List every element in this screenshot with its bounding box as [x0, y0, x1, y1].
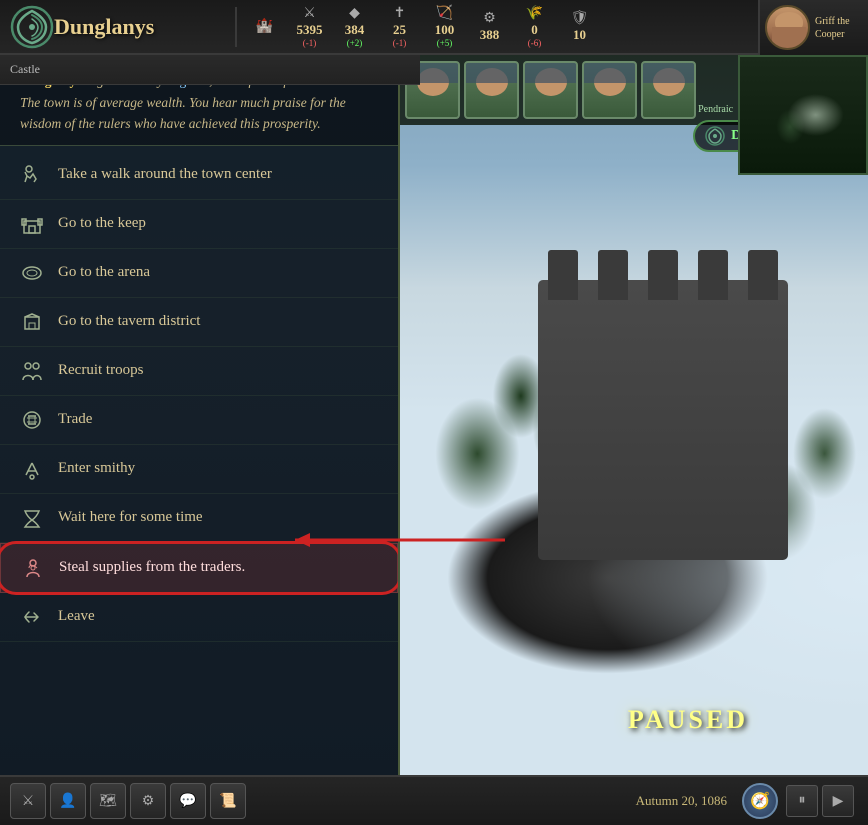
hud-stat-troops: ⚔ 5395 (-1)	[287, 5, 332, 48]
compass-button[interactable]: 🧭	[742, 783, 778, 819]
food-value: 25	[393, 22, 406, 38]
bottom-btn-quest[interactable]: 📜	[210, 783, 246, 819]
char-avatar-4[interactable]	[582, 61, 637, 119]
character-portrait[interactable]: Griff the Cooper	[758, 0, 868, 55]
hud-stat-arrows: 🏹 100 (+5)	[422, 5, 467, 48]
walk-label: Take a walk around the town center	[58, 166, 272, 183]
hud-stat-food: ✝ 25 (-1)	[377, 5, 422, 48]
arrows-delta: (+5)	[437, 38, 453, 48]
date-display: Autumn 20, 1086	[636, 793, 727, 809]
inf-icon: ⚙	[483, 10, 496, 27]
bottom-hud: ⚔ 👤 🗺 ⚙ 💬 📜 Autumn 20, 1086 🧭 ⏸ ▶	[0, 775, 868, 825]
hud-stat-inf: ⚙ 388	[467, 10, 512, 43]
gold-icon: ◆	[349, 5, 360, 22]
smithy-label: Enter smithy	[58, 460, 135, 477]
tavern-icon	[18, 308, 46, 336]
steal-icon	[19, 554, 47, 582]
minimap[interactable]	[738, 55, 868, 175]
menu-item-keep[interactable]: Go to the keep	[0, 200, 398, 249]
grain-icon: 🌾	[526, 5, 543, 22]
menu-item-leave[interactable]: Leave	[0, 593, 398, 642]
minimap-content	[740, 57, 866, 173]
grain-delta: (-6)	[528, 38, 542, 48]
town-map-logo-icon	[705, 126, 725, 146]
town-title: Dunglanys	[54, 14, 154, 40]
wait-icon	[18, 504, 46, 532]
top-hud: Dunglanys 🏰 ⚔ 5395 (-1) ◆ 384 (+2) ✝ 25 …	[0, 0, 868, 55]
trade-label: Trade	[58, 411, 92, 428]
hud-stat-shield: 🛡 10	[557, 10, 602, 43]
troops-value: 5395	[297, 22, 323, 38]
menu-item-tavern[interactable]: Go to the tavern district	[0, 298, 398, 347]
recruit-label: Recruit troops	[58, 362, 143, 379]
menu-item-recruit[interactable]: Recruit troops	[0, 347, 398, 396]
castle-structure	[538, 280, 788, 560]
troops-icon: ⚔	[303, 5, 316, 22]
hud-stat-gold: ◆ 384 (+2)	[332, 5, 377, 48]
char-name-label: Griff the Cooper	[815, 15, 863, 41]
town-map-region: Pendraic	[698, 104, 733, 115]
leave-icon	[18, 603, 46, 631]
troops-delta: (-1)	[303, 38, 317, 48]
shield-icon: 🛡	[571, 10, 589, 27]
bottom-btn-character[interactable]: 👤	[50, 783, 86, 819]
keep-icon	[18, 210, 46, 238]
castle-tab-label: Castle	[10, 62, 40, 77]
menu-item-arena[interactable]: Go to the arena	[0, 249, 398, 298]
char-avatar-2[interactable]	[464, 61, 519, 119]
recruit-icon	[18, 357, 46, 385]
menu-list: Take a walk around the town center Go to…	[0, 146, 398, 825]
menu-item-walk[interactable]: Take a walk around the town center	[0, 151, 398, 200]
food-delta: (-1)	[393, 38, 407, 48]
hud-stat-grain: 🌾 0 (-6)	[512, 5, 557, 48]
second-hud: Castle	[0, 55, 420, 85]
play-button[interactable]: ▶	[822, 785, 854, 817]
bottom-btn-inventory[interactable]: ⚔	[10, 783, 46, 819]
char-avatar-3[interactable]	[523, 61, 578, 119]
bottom-btn-msg[interactable]: 💬	[170, 783, 206, 819]
menu-item-wait[interactable]: Wait here for some time	[0, 494, 398, 543]
castle-icon: 🏰	[256, 18, 273, 35]
gold-value: 384	[345, 22, 365, 38]
left-panel: Dunglanys is governed by Ergeon , a chie…	[0, 55, 400, 825]
shield-value: 10	[573, 27, 586, 43]
portrait-face	[765, 5, 810, 50]
arrows-icon: 🏹	[436, 5, 453, 22]
wait-label: Wait here for some time	[58, 509, 203, 526]
grain-value: 0	[531, 22, 538, 38]
menu-item-smithy[interactable]: Enter smithy	[0, 445, 398, 494]
leave-label: Leave	[58, 608, 95, 625]
arena-icon	[18, 259, 46, 287]
keep-label: Go to the keep	[58, 215, 146, 232]
arena-label: Go to the arena	[58, 264, 150, 281]
tavern-label: Go to the tavern district	[58, 313, 200, 330]
pause-button[interactable]: ⏸	[786, 785, 818, 817]
hud-castle: 🏰	[242, 18, 287, 35]
hud-divider-1	[235, 7, 237, 47]
inf-value: 388	[480, 27, 500, 43]
arrows-value: 100	[435, 22, 455, 38]
menu-item-steal[interactable]: Steal supplies from the traders.	[0, 543, 398, 593]
menu-item-trade[interactable]: Trade	[0, 396, 398, 445]
char-avatar-5[interactable]	[641, 61, 696, 119]
town-name-section: Dunglanys	[0, 5, 230, 49]
paused-text: PAUSED	[628, 705, 748, 735]
steal-label: Steal supplies from the traders.	[59, 559, 245, 576]
char-row	[400, 55, 738, 125]
walk-icon	[18, 161, 46, 189]
smithy-icon	[18, 455, 46, 483]
bottom-btn-map[interactable]: 🗺	[90, 783, 126, 819]
trade-icon	[18, 406, 46, 434]
bottom-btn-clan[interactable]: ⚙	[130, 783, 166, 819]
gold-delta: (+2)	[347, 38, 363, 48]
game-logo-icon	[10, 5, 54, 49]
food-icon: ✝	[394, 5, 406, 22]
